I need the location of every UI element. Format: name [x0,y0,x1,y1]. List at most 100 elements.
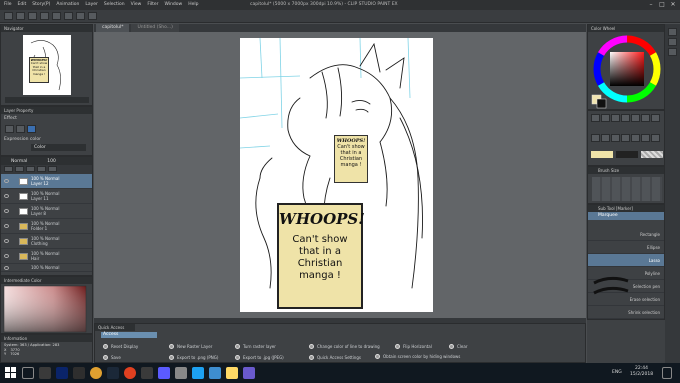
discord-icon[interactable] [158,367,170,379]
menu-layer[interactable]: Layer [85,2,98,7]
menu-selection[interactable]: Selection [104,2,125,7]
lock-icon[interactable] [26,166,35,172]
opacity-value[interactable]: 100 [47,159,56,164]
layer-row[interactable]: 100 % Normal Clothing [1,234,92,249]
eye-icon[interactable] [4,194,9,198]
tool-icon[interactable] [651,133,660,142]
transform-icon[interactable] [76,12,85,20]
app-icon[interactable] [175,367,187,379]
tool-icon[interactable] [601,133,610,142]
tool-icon[interactable] [621,114,630,122]
qa-export-png[interactable]: Export to .png (PNG) [169,355,218,360]
menu-filter[interactable]: Filter [147,2,158,7]
qa-save[interactable]: Save [103,355,121,360]
redo-icon[interactable] [52,12,61,20]
maximize-icon[interactable]: □ [657,1,667,8]
effect-color-icon[interactable] [27,125,36,133]
steam-icon[interactable] [107,367,119,379]
windows-start-icon[interactable] [5,367,17,379]
file-explorer-icon[interactable] [226,367,238,379]
menu-animation[interactable]: Animation [56,2,79,7]
photoshop-icon[interactable] [56,367,68,379]
undo-icon[interactable] [40,12,49,20]
sub-color-chip[interactable] [616,151,638,158]
color-swatch-grid[interactable] [2,285,93,333]
layer-row[interactable]: 100 % Normal Layer 11 [1,189,92,204]
color-wheel[interactable] [589,33,665,109]
qa-export-jpg[interactable]: Export to .jpg (JPEG) [235,355,284,360]
close-icon[interactable]: ✕ [668,1,678,8]
qa-turn-raster[interactable]: Turn raster layer [235,344,276,349]
expression-color-select[interactable]: Color [31,144,86,151]
notifications-icon[interactable] [662,367,672,379]
brush-size-presets[interactable] [592,177,662,201]
language-indicator[interactable]: ENG [612,370,622,375]
minimize-icon[interactable]: – [646,1,656,8]
clear-icon[interactable] [64,12,73,20]
snap-icon[interactable] [88,12,97,20]
tool-icon[interactable] [631,133,640,142]
app-icon[interactable] [124,367,136,379]
sub-tool-lasso[interactable]: Lasso [588,254,664,267]
navigator-zoom-slider[interactable] [5,97,89,103]
main-color-chip[interactable] [591,151,613,158]
layer-row[interactable]: 100 % Normal Hair [1,249,92,264]
navigator-preview[interactable]: WHOOPS! Can't show that in a Christian m… [23,35,71,95]
effect-tone-icon[interactable] [16,125,25,133]
canvas-page[interactable]: WHOOPS! Can't show that in a Christian m… [239,37,433,312]
transparent-color-chip[interactable] [641,151,663,158]
clip-icon[interactable] [37,166,46,172]
delete-layer-icon[interactable] [48,166,57,172]
eye-icon[interactable] [4,266,9,270]
tool-icon[interactable] [611,114,620,122]
layer-row[interactable]: 100 % Normal Layer 8 [1,204,92,219]
clock[interactable]: 22:44 15/2/2018 [630,366,653,378]
menu-view[interactable]: View [131,2,142,7]
qa-change-line-color[interactable]: Change color of line to drawing [309,344,380,349]
open-file-icon[interactable] [16,12,25,20]
tab-untitled[interactable]: Untitled (Sho...) [131,24,179,32]
qa-obtain-color[interactable]: Obtain screen color by hiding windows [375,354,465,359]
app-icon[interactable] [192,367,204,379]
eye-icon[interactable] [4,254,9,258]
menu-story[interactable]: Story(P) [32,2,50,7]
menu-edit[interactable]: Edit [18,2,27,7]
tab-capitolul[interactable]: capitolul* [96,24,130,32]
app-icon[interactable] [209,367,221,379]
layer-row[interactable]: 100 % Normal Layer 12 [1,174,92,189]
effect-border-icon[interactable] [5,125,14,133]
eye-icon[interactable] [4,209,9,213]
save-icon[interactable] [28,12,37,20]
tool-icon[interactable] [631,114,640,122]
menu-file[interactable]: File [4,2,12,7]
tool-icon[interactable] [641,133,650,142]
sub-tool-shrink-selection[interactable]: Shrink selection [588,306,664,319]
eye-icon[interactable] [4,239,9,243]
layer-row[interactable]: 100 % Normal [1,264,92,272]
new-folder-icon[interactable] [15,166,24,172]
panel-toggle-icon[interactable] [668,48,677,56]
tool-icon[interactable] [651,114,660,122]
layer-row[interactable]: 100 % Normal Folder 1 [1,219,92,234]
tool-icon[interactable] [621,133,630,142]
tool-icon[interactable] [641,114,650,122]
cortana-icon[interactable] [22,367,34,379]
clip-studio-icon[interactable] [243,367,255,379]
tool-icon[interactable] [611,133,620,142]
qa-settings[interactable]: Quick Access Settings [309,355,361,360]
new-layer-icon[interactable] [4,166,13,172]
quick-access-tab[interactable]: Access [101,332,157,338]
chrome-icon[interactable] [90,367,102,379]
blend-mode-select[interactable]: Normal [11,159,27,164]
qa-new-raster[interactable]: New Raster Layer [169,344,212,349]
panel-toggle-icon[interactable] [668,28,677,36]
panel-toggle-icon[interactable] [668,38,677,46]
new-file-icon[interactable] [4,12,13,20]
qa-reset-display[interactable]: Reset Display [103,344,138,349]
menu-help[interactable]: Help [188,2,198,7]
tool-icon[interactable] [591,133,600,142]
tool-icon[interactable] [601,114,610,122]
eye-icon[interactable] [4,179,9,183]
menu-window[interactable]: Window [164,2,182,7]
eye-icon[interactable] [4,224,9,228]
